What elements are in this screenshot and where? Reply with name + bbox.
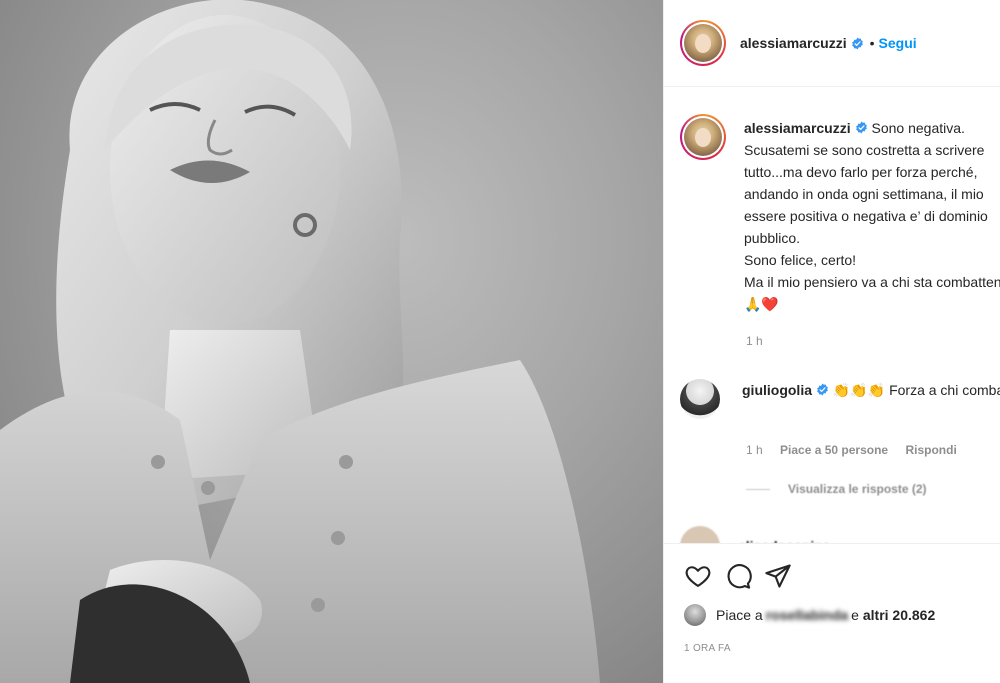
- verified-badge-icon: [817, 383, 828, 396]
- likes-summary[interactable]: Piace a rosellabinda e altri 20.862: [684, 604, 935, 626]
- follow-button[interactable]: Segui: [879, 35, 917, 51]
- separator-dot: •: [869, 35, 875, 51]
- share-send-icon[interactable]: [764, 562, 792, 590]
- likes-prefix: Piace a: [716, 607, 763, 623]
- comment-author[interactable]: giuliogolia: [742, 382, 812, 398]
- caption-text-block: alessiamarcuzzi Sono negativa. Scusatemi…: [744, 117, 1000, 315]
- caption-author[interactable]: alessiamarcuzzi: [744, 120, 851, 136]
- post-photo[interactable]: [0, 0, 663, 683]
- comment-item: giuliogolia 👏👏👏 Forza a chi combatte: [680, 379, 1000, 419]
- comment-item-partial: elisadaospina: [680, 526, 831, 543]
- post-actions: Piace a rosellabinda e altri 20.862 1 OR…: [664, 543, 1000, 683]
- comment-meta: 1 h Piace a 50 persone Rispondi: [746, 443, 971, 457]
- view-replies-label: Visualizza le risposte (2): [788, 482, 927, 496]
- author-avatar[interactable]: [680, 20, 726, 66]
- post-header: alessiamarcuzzi • Segui: [664, 0, 1000, 87]
- likes-count[interactable]: altri 20.862: [863, 607, 935, 623]
- comment-text: 👏👏👏 Forza a chi combatte: [832, 382, 1000, 398]
- caption-comment: alessiamarcuzzi Sono negativa. Scusatemi…: [680, 114, 1000, 315]
- commenter-avatar[interactable]: [680, 379, 720, 419]
- caption-meta: 1 h: [746, 334, 777, 348]
- verified-badge-icon: [855, 121, 867, 134]
- comment-time[interactable]: 1 h: [746, 443, 763, 457]
- likes-mid: e: [851, 607, 859, 623]
- comment-text-block: giuliogolia 👏👏👏 Forza a chi combatte: [742, 379, 1000, 419]
- caption-text: Sono negativa. Scusatemi se sono costret…: [744, 120, 1000, 312]
- author-username[interactable]: alessiamarcuzzi: [740, 35, 847, 51]
- liker-avatar: [684, 604, 706, 626]
- caption-time[interactable]: 1 h: [746, 334, 763, 348]
- verified-badge-icon: [851, 37, 863, 49]
- liker-username[interactable]: rosellabinda: [766, 607, 848, 623]
- caption-avatar[interactable]: [680, 114, 726, 160]
- commenter-avatar[interactable]: [680, 526, 720, 543]
- post-timestamp[interactable]: 1 ORA FA: [684, 643, 731, 654]
- reply-button[interactable]: Rispondi: [905, 443, 956, 457]
- view-replies-button[interactable]: Visualizza le risposte (2): [746, 482, 927, 496]
- comments-list[interactable]: alessiamarcuzzi Sono negativa. Scusatemi…: [664, 88, 1000, 543]
- portrait-illustration: [0, 0, 600, 683]
- comment-bubble-icon[interactable]: [724, 562, 752, 590]
- comment-likes[interactable]: Piace a 50 persone: [780, 443, 888, 457]
- like-heart-icon[interactable]: [684, 562, 712, 590]
- post-detail-pane: alessiamarcuzzi • Segui alessiamarcuzzi …: [663, 0, 1000, 683]
